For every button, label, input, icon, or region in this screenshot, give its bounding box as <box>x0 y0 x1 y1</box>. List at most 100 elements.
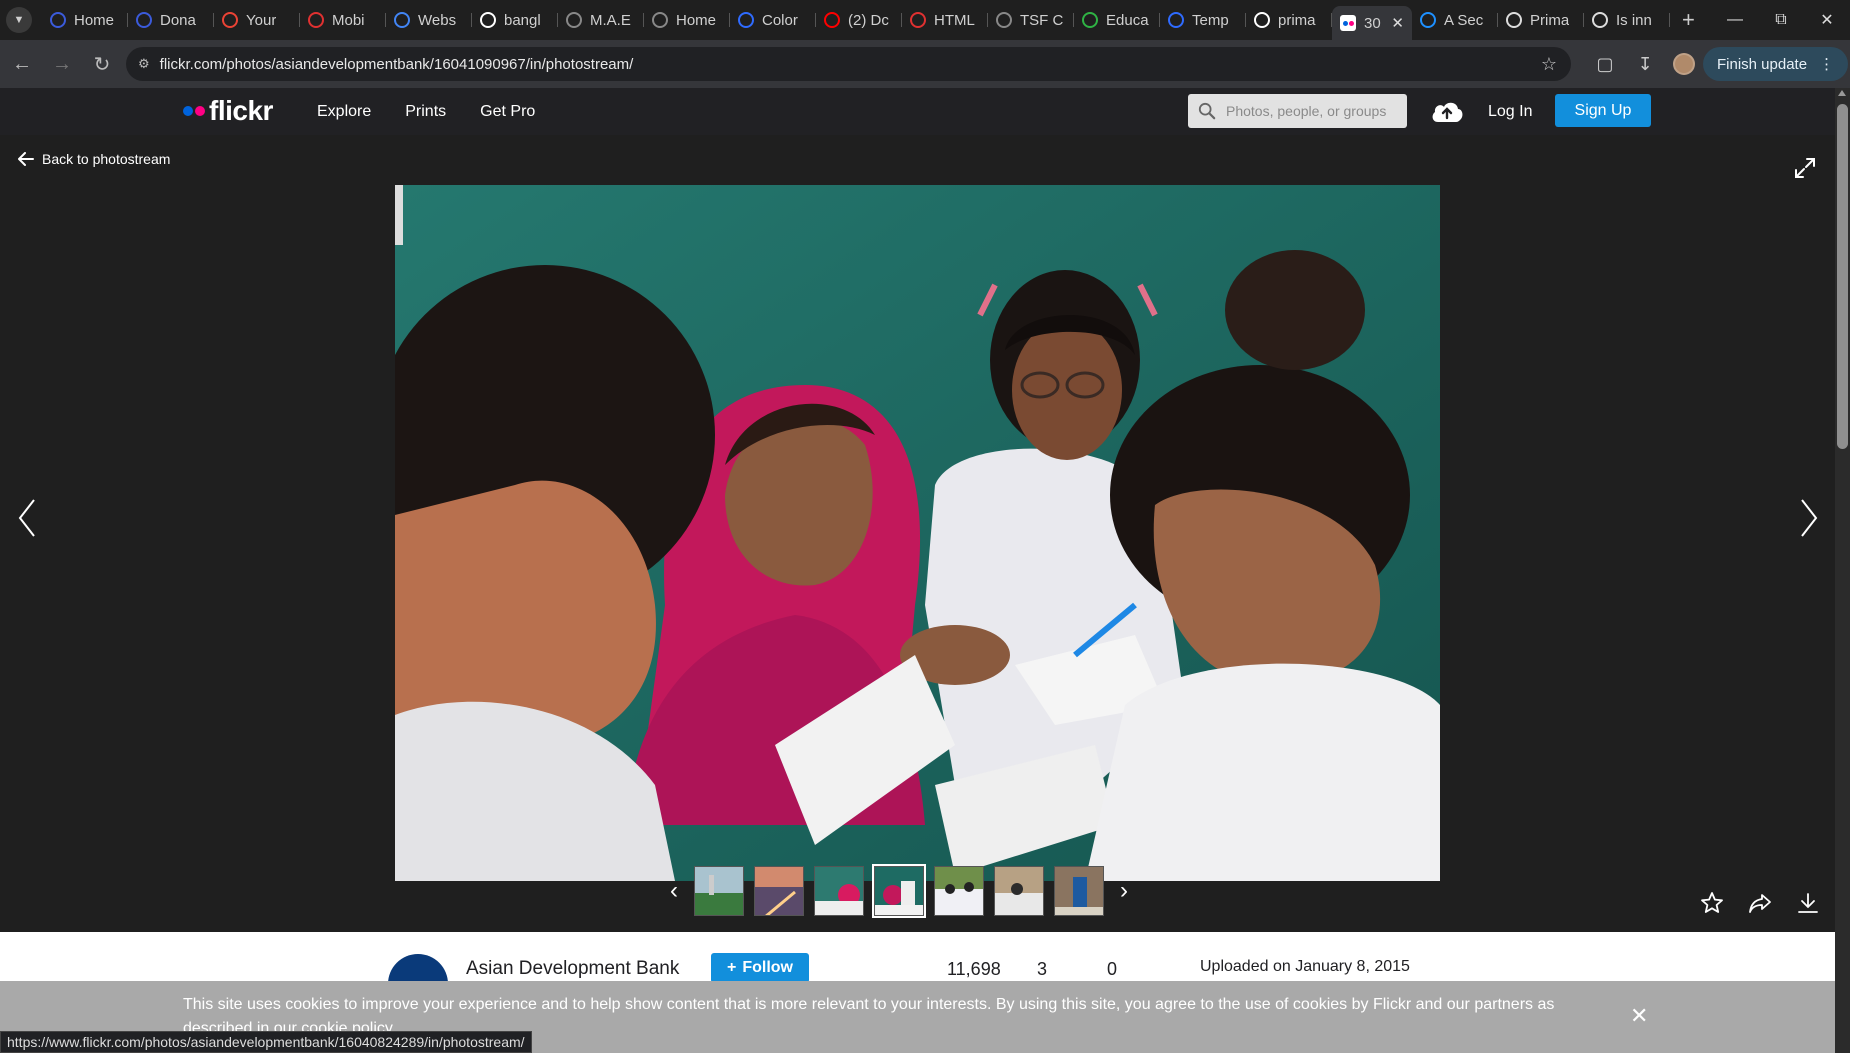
nav-explore[interactable]: Explore <box>317 103 371 121</box>
thumbnail[interactable] <box>934 866 984 916</box>
profile-avatar[interactable] <box>1673 53 1695 75</box>
fullscreen-icon[interactable] <box>1794 157 1816 179</box>
browser-tab-title: Temp <box>1192 11 1229 29</box>
thumbnail-current[interactable] <box>872 864 926 918</box>
browser-tab-title: bangl <box>504 11 541 29</box>
browser-tab[interactable]: Home <box>42 4 128 36</box>
browser-tab[interactable]: bangl <box>472 4 558 36</box>
search-input[interactable] <box>1226 103 1406 119</box>
thumbnail[interactable] <box>1054 866 1104 916</box>
browser-tab[interactable]: Your <box>214 4 300 36</box>
stat-faves: 3 <box>1037 959 1048 979</box>
globe-icon <box>652 12 668 28</box>
browser-tab[interactable]: Educa <box>1074 4 1160 36</box>
globe-icon <box>996 12 1012 28</box>
new-tab-button[interactable]: + <box>1682 7 1695 33</box>
url-field[interactable]: ⚙ flickr.com/photos/asiandevelopmentbank… <box>126 47 1571 81</box>
forward-icon[interactable]: → <box>44 46 80 82</box>
browser-tab-title: 30 <box>1364 14 1381 32</box>
browser-tab[interactable]: A Sec <box>1412 4 1498 36</box>
owner-name[interactable]: Asian Development Bank <box>466 958 679 980</box>
canva-icon <box>1168 12 1184 28</box>
plus-icon: + <box>727 959 737 976</box>
browser-tab[interactable]: 30 ✕ <box>1332 6 1412 40</box>
scroll-up-icon[interactable] <box>1838 90 1846 96</box>
canva-icon <box>738 12 754 28</box>
mountain-icon <box>1082 12 1098 28</box>
restore-icon[interactable]: ⧉ <box>1758 11 1804 29</box>
site-settings-icon[interactable]: ⚙ <box>138 56 150 72</box>
browser-tab[interactable]: Color <box>730 4 816 36</box>
close-icon[interactable]: ✕ <box>1804 10 1850 30</box>
flickr-logo[interactable]: flickr <box>183 95 273 126</box>
previous-photo-icon[interactable] <box>16 498 38 538</box>
follow-button[interactable]: + Follow <box>711 953 809 983</box>
close-tab-icon[interactable]: ✕ <box>1391 14 1404 32</box>
follow-label: Follow <box>742 959 793 976</box>
browser-tab[interactable]: (2) Dc <box>816 4 902 36</box>
nav-prints[interactable]: Prints <box>405 103 446 121</box>
browser-tab[interactable]: Webs <box>386 4 472 36</box>
browser-tab[interactable]: Temp <box>1160 4 1246 36</box>
browser-tab[interactable]: Mobi <box>300 4 386 36</box>
back-icon[interactable]: ← <box>4 46 40 82</box>
thumbnails-prev-icon[interactable]: ‹ <box>664 877 684 905</box>
browser-tab[interactable]: M.A.E <box>558 4 644 36</box>
finish-update-button[interactable]: Finish update ⋮ <box>1703 47 1849 81</box>
browser-tab[interactable]: TSF C <box>988 4 1074 36</box>
upload-cloud-icon[interactable] <box>1430 98 1464 124</box>
stat-comments: 0 <box>1107 959 1118 979</box>
thumbnail-strip: ‹ › <box>664 864 1134 918</box>
thumbnail[interactable] <box>754 866 804 916</box>
download-icon[interactable]: ↧ <box>1625 54 1665 75</box>
browser-tab-title: Dona <box>160 11 196 29</box>
more-vert-icon: ⋮ <box>1819 56 1835 73</box>
reload-icon[interactable]: ↻ <box>84 46 120 82</box>
browser-tab[interactable]: Is inn <box>1584 4 1670 36</box>
login-link[interactable]: Log In <box>1488 88 1532 135</box>
next-photo-icon[interactable] <box>1798 498 1820 538</box>
thumbnail[interactable] <box>694 866 744 916</box>
browser-tab[interactable]: Prima <box>1498 4 1584 36</box>
scroll-thumb[interactable] <box>1837 104 1848 449</box>
link-status-bar: https://www.flickr.com/photos/asiandevel… <box>0 1031 532 1053</box>
back-to-photostream[interactable]: Back to photostream <box>18 151 170 167</box>
browser-tab-title: (2) Dc <box>848 11 889 29</box>
thumbnails-next-icon[interactable]: › <box>1114 877 1134 905</box>
logo-pink-dot <box>195 106 205 116</box>
thumbnail[interactable] <box>814 866 864 916</box>
browser-tab[interactable]: prima <box>1246 4 1332 36</box>
flickr-header: flickr Explore Prints Get Pro Log In Sig… <box>0 88 1835 135</box>
page-scrollbar[interactable] <box>1835 88 1850 1053</box>
main-photo[interactable] <box>395 185 1440 881</box>
minimize-icon[interactable]: — <box>1712 11 1758 29</box>
browser-tab-title: TSF C <box>1020 11 1064 29</box>
download-photo-icon[interactable] <box>1796 891 1820 915</box>
share-icon[interactable] <box>1748 891 1772 915</box>
browser-tab-title: Educa <box>1106 11 1149 29</box>
favorite-star-icon[interactable] <box>1700 891 1724 915</box>
docs-icon <box>394 12 410 28</box>
finish-update-label: Finish update <box>1717 55 1808 73</box>
cookie-close-icon[interactable]: ✕ <box>1630 1003 1648 1029</box>
browser-tab-title: Home <box>74 11 115 29</box>
extensions-icon[interactable]: ▢ <box>1585 54 1625 75</box>
thumbnail[interactable] <box>994 866 1044 916</box>
tab-search-button[interactable]: ▼ <box>6 7 32 33</box>
nav-get-pro[interactable]: Get Pro <box>480 103 535 121</box>
arrow-left-icon <box>18 152 34 166</box>
signup-button[interactable]: Sign Up <box>1555 94 1651 127</box>
browser-tab[interactable]: Home <box>644 4 730 36</box>
browser-tab[interactable]: HTML <box>902 4 988 36</box>
main-nav: Explore Prints Get Pro <box>317 88 535 135</box>
browser-tab-title: Is inn <box>1616 11 1652 29</box>
site-icon <box>1420 12 1436 28</box>
url-text[interactable]: flickr.com/photos/asiandevelopmentbank/1… <box>160 56 1541 73</box>
browser-tab[interactable]: Dona <box>128 4 214 36</box>
browser-tab-title: Your <box>246 11 277 29</box>
site-icon <box>1506 12 1522 28</box>
browser-tab-title: HTML <box>934 11 975 29</box>
search-box <box>1188 94 1407 128</box>
bookmark-star-icon[interactable]: ☆ <box>1541 54 1557 75</box>
photo-actions <box>1700 891 1820 915</box>
